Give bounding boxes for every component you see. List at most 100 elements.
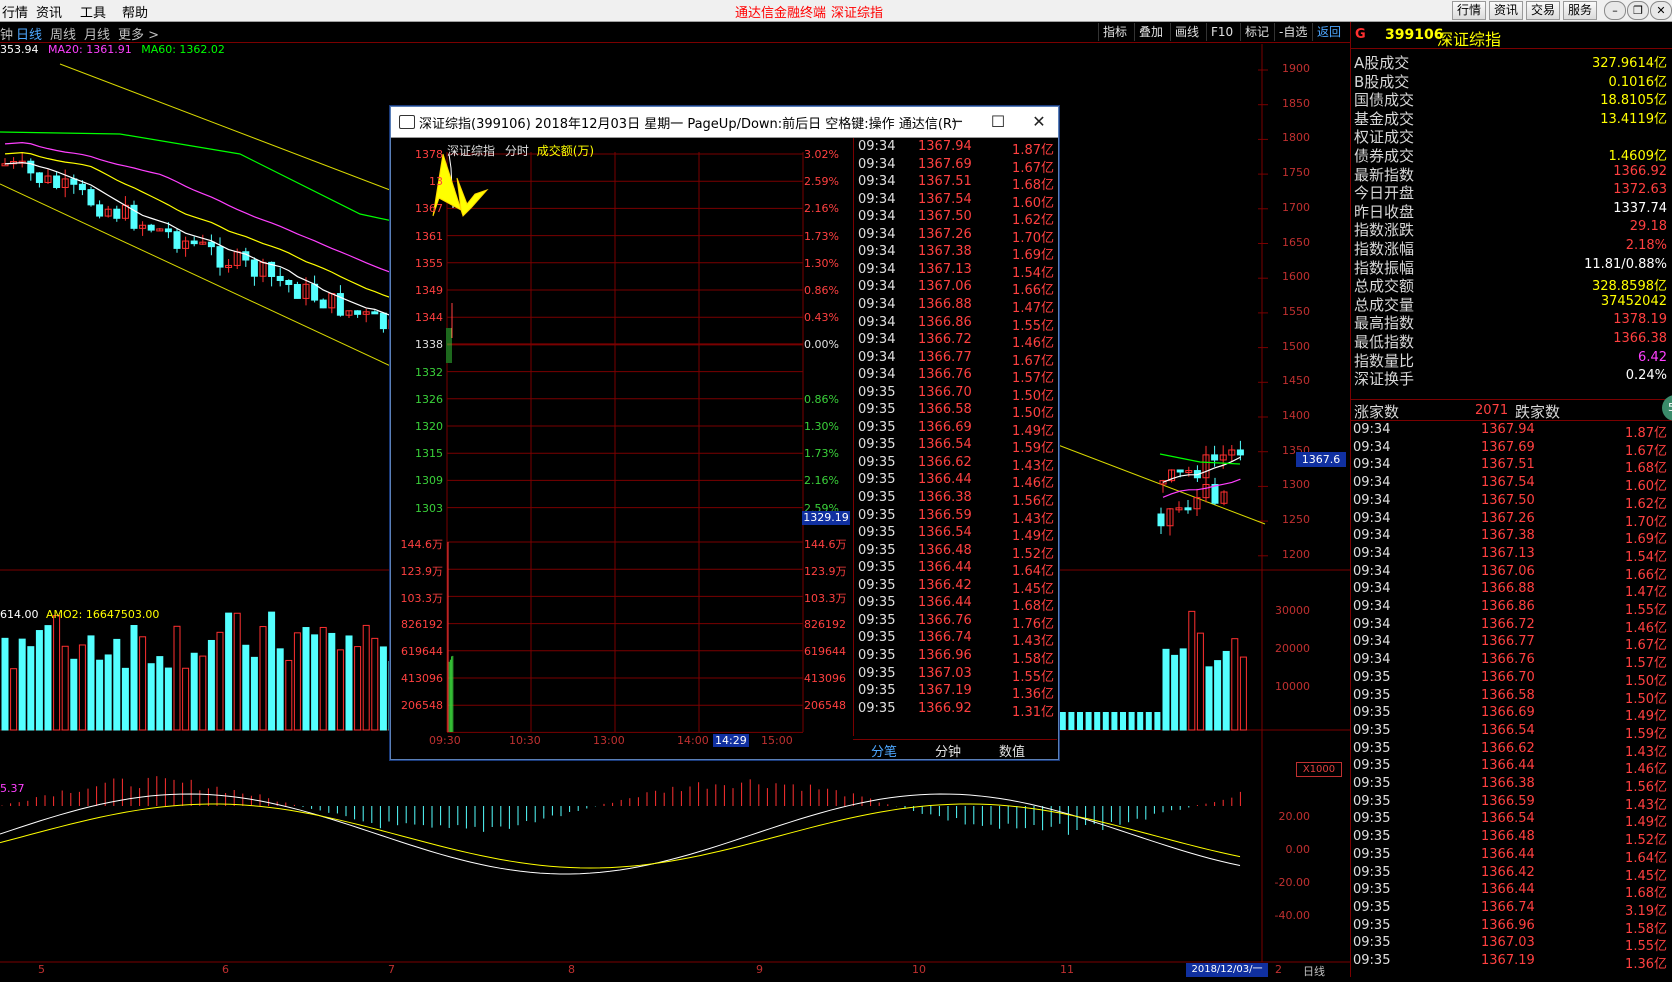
tick-row[interactable]: 09:35 1367.03 1.55亿 [854,665,1058,685]
intraday-popup: 深证综指(399106) 2018年12月03日 星期一 PageUp/Down… [390,106,1059,760]
tick-row[interactable]: 09:34 1366.86 1.55亿 [854,314,1058,334]
tick-time: 09:35 [1353,953,1391,968]
minimize-icon[interactable]: – [1604,1,1626,20]
intraday-price-label: 1303 [415,501,443,515]
macd-axis-label: -20.00 [1274,876,1310,889]
x-date-label: 9 [756,963,763,976]
tick-row[interactable]: 09:35 1366.38 1.56亿 [854,490,1058,509]
indicator-button[interactable]: 指标 [1098,23,1131,41]
tick-price: 1366.54 [918,437,972,453]
tab-weekly[interactable]: 周线 [50,24,76,43]
tick-price: 1366.76 [918,612,972,628]
tick-row[interactable]: 09:34 1367.51 1.68亿 [854,174,1058,193]
tick-row[interactable]: 09:35 1366.69 1.49亿 [854,420,1058,439]
tick-time: 09:35 [1353,722,1391,738]
tick-row[interactable]: 09:35 1366.44 1.46亿 [854,472,1058,491]
tick-time: 09:35 [858,683,896,699]
tick-amount: 1.59亿 [1625,726,1667,742]
top-trade-button[interactable]: 交易 [1526,1,1561,20]
menu-tools[interactable]: 工具 [80,2,106,21]
tick-amount: 1.46亿 [1625,762,1667,778]
tick-row[interactable]: 09:35 1366.96 1.58亿 [854,648,1058,667]
quote-row-label: 深证换手 [1354,370,1415,389]
volume-bar [190,652,198,731]
tick-row[interactable]: 09:34 1366.88 1.47亿 [854,297,1058,316]
tick-row[interactable]: 09:34 1367.94 1.87亿 [854,139,1058,158]
tick-row[interactable]: 09:34 1367.69 1.67亿 [854,157,1058,176]
draw-button[interactable]: 画线 [1170,23,1203,41]
quote-tick-row: 09:35 1366.74 3.19亿 [1351,900,1672,919]
top-market-button[interactable]: 行情 [1452,1,1487,20]
tick-price: 1367.19 [1481,953,1535,968]
tab-daily[interactable]: 日线 [16,24,42,43]
tick-row[interactable]: 09:35 1366.54 1.49亿 [854,525,1058,544]
tab-more[interactable]: 更多 > [118,24,159,43]
tick-row[interactable]: 09:34 1367.50 1.62亿 [854,209,1058,228]
tick-row[interactable]: 09:34 1367.06 1.66亿 [854,279,1058,298]
tick-row[interactable]: 09:35 1366.74 1.43亿 [854,630,1058,649]
tick-row[interactable]: 09:35 1366.58 1.50亿 [854,402,1058,421]
quote-tick-row: 09:34 1367.06 1.66亿 [1351,564,1672,583]
tick-row[interactable]: 09:34 1366.76 1.57亿 [854,367,1058,386]
menu-help[interactable]: 帮助 [122,2,148,21]
tick-row[interactable]: 09:35 1366.44 1.68亿 [854,595,1058,614]
return-button[interactable]: 返回 [1312,23,1345,41]
tick-row[interactable]: 09:35 1366.70 1.50亿 [854,384,1058,404]
tick-row[interactable]: 09:34 1367.26 1.70亿 [854,227,1058,246]
tick-price: 1366.70 [918,384,972,400]
tick-row[interactable]: 09:34 1367.13 1.54亿 [854,262,1058,281]
close-icon[interactable]: ✕ [1650,1,1672,20]
tick-amount: 1.55亿 [1012,318,1054,334]
tick-price: 1366.86 [918,314,972,330]
f10-button[interactable]: F10 [1206,23,1237,41]
tick-row[interactable]: 09:34 1366.77 1.67亿 [854,350,1058,369]
intraday-price-label: 13 [429,175,443,189]
tab-ticks[interactable]: 分笔 [871,741,897,760]
tick-row[interactable]: 09:34 1367.38 1.69亿 [854,244,1058,263]
tick-row[interactable]: 09:35 1366.59 1.43亿 [854,508,1058,527]
intraday-amount-label-left: 103.3万 [400,592,444,606]
volume-legend: 614.00 AMO2: 16647503.00 [0,608,159,621]
top-news-button[interactable]: 资讯 [1489,1,1524,20]
tick-price: 1366.76 [1481,652,1535,668]
tick-price: 1366.96 [1481,917,1535,933]
popup-maximize-icon[interactable]: ☐ [982,111,1014,133]
tick-row[interactable]: 09:35 1366.92 1.31亿 [854,701,1058,720]
macd-legend: 5.37 [0,782,25,795]
tick-row[interactable]: 09:35 1366.42 1.45亿 [854,578,1058,597]
tick-row[interactable]: 09:34 1366.72 1.46亿 [854,332,1058,351]
candle-body [113,208,121,219]
menu-market[interactable]: 行情 [2,2,28,21]
popup-close-icon[interactable]: ✕ [1023,111,1055,133]
popup-minimize-icon[interactable]: ─ [941,111,973,133]
x-date-label: 10 [912,963,926,976]
restore-icon[interactable]: ❐ [1627,1,1649,20]
volume-bar [1059,712,1066,730]
tab-minutes[interactable]: 分钟 [935,741,961,760]
tick-row[interactable]: 09:35 1366.48 1.52亿 [854,543,1058,562]
tick-row[interactable]: 09:35 1366.76 1.76亿 [854,612,1058,632]
tick-amount: 1.36亿 [1012,687,1054,703]
mark-button[interactable]: 标记 [1240,23,1273,41]
tick-row[interactable]: 09:34 1367.54 1.60亿 [854,192,1058,211]
tab-values[interactable]: 数值 [999,741,1025,760]
tick-row[interactable]: 09:35 1367.19 1.36亿 [854,683,1058,703]
top-service-button[interactable]: 服务 [1563,1,1598,20]
popup-titlebar[interactable]: 深证综指(399106) 2018年12月03日 星期一 PageUp/Down… [391,107,1058,138]
price-axis-label: 1300 [1282,478,1310,492]
intraday-header: 深证综指 分时 成交额(万) [447,142,594,159]
tick-row[interactable]: 09:35 1366.62 1.43亿 [854,455,1058,474]
tick-time: 09:35 [858,665,896,681]
overlay-button[interactable]: 叠加 [1134,23,1167,41]
tick-row[interactable]: 09:35 1366.44 1.64亿 [854,560,1058,579]
menu-news[interactable]: 资讯 [36,2,62,21]
x-date-label: 11 [1060,963,1074,976]
tick-time: 09:34 [858,332,896,348]
tick-row[interactable]: 09:35 1366.54 1.59亿 [854,437,1058,456]
tick-price: 1367.94 [1481,422,1535,437]
tick-list[interactable]: 09:34 1367.94 1.87亿 09:34 1367.69 1.67亿 09:34 1… [853,138,1058,736]
watchlist-button[interactable]: -自选 [1274,23,1311,41]
tick-price: 1366.72 [918,332,972,348]
tab-minute[interactable]: 钟 [0,24,13,43]
tab-monthly[interactable]: 月线 [84,24,110,43]
